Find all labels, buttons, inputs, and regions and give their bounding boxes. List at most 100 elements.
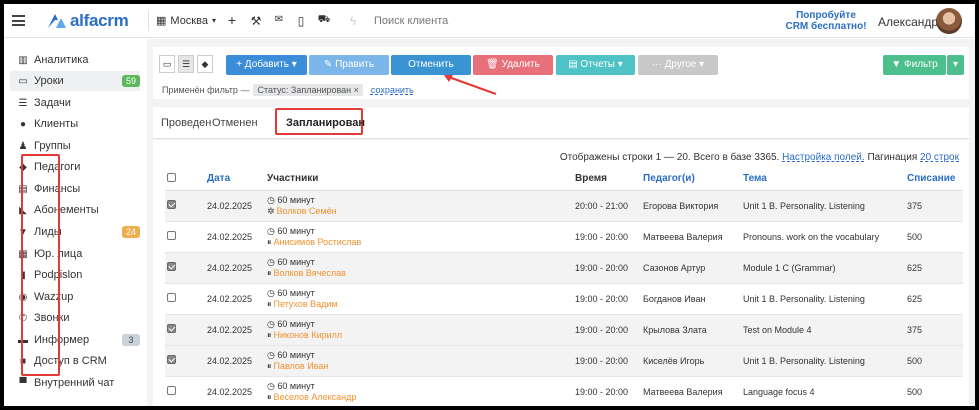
student-link[interactable]: Петухов Вадим <box>274 299 338 309</box>
chart-icon: ▥ <box>18 54 28 66</box>
filter-chip-label: Статус: Запланирован <box>257 85 352 95</box>
close-icon[interactable]: × <box>354 85 359 95</box>
status-icon: ⏸ <box>267 391 272 402</box>
filter-dropdown-button[interactable]: ▾ <box>947 55 964 75</box>
save-filter-link[interactable]: сохранить <box>371 85 414 95</box>
status-icon: ✲ <box>267 205 275 216</box>
table-row[interactable]: 24.02.2025 ◷ 60 минут ✲ Волков Семён 20:00 -… <box>165 190 963 222</box>
applied-filter: Применён фильтр — Статус: Запланирован ×… <box>162 84 414 96</box>
row-checkbox[interactable] <box>167 200 176 209</box>
table-row[interactable]: 24.02.2025 ◷ 60 минут ⏸ Анисимов Ростислав 1… <box>165 221 963 253</box>
row-checkbox[interactable] <box>167 324 176 333</box>
sidebar-item-analytics[interactable]: ▥ Аналитика <box>10 50 140 70</box>
cell-participants: ◷ 60 минут ⏸ Анисимов Ростислав <box>265 221 573 253</box>
cell-topic: Unit 1 B. Personality. Listening <box>741 190 905 222</box>
status-icon: ⏸ <box>267 267 272 278</box>
pagination-link[interactable]: 20 строк <box>920 152 959 163</box>
sidebar-item-clients[interactable]: ● Клиенты <box>10 114 140 134</box>
sidebar-item-groups[interactable]: ♟ Группы <box>10 136 140 156</box>
duration: ◷ 60 минут <box>267 257 573 268</box>
filter-chip[interactable]: Статус: Запланирован × <box>253 84 363 96</box>
tab-cancelled[interactable]: Отменен <box>212 117 258 129</box>
cell-teacher: Матвеева Валерия <box>641 221 741 253</box>
student: ⏸ Волков Вячеслав <box>267 268 573 279</box>
table-row[interactable]: 24.02.2025 ◷ 60 минут ⏸ Волков Вячеслав 19:0… <box>165 252 963 284</box>
cell-participants: ◷ 60 минут ⏸ Петухов Вадим <box>265 283 573 315</box>
calendar-view-button[interactable]: ▭ <box>159 55 175 73</box>
col-time: Время <box>573 168 641 191</box>
student: ⏸ Веселов Александр <box>267 392 573 403</box>
cell-charge: 500 <box>905 345 963 377</box>
col-teachers[interactable]: Педагог(и) <box>641 168 741 191</box>
edit-button[interactable]: ✎ Править <box>309 55 389 75</box>
student: ✲ Волков Семён <box>267 206 573 217</box>
student-link[interactable]: Волков Семён <box>277 206 337 216</box>
cart-icon[interactable]: ⛟ <box>317 14 331 27</box>
table-row[interactable]: 24.02.2025 ◷ 60 минут ⏸ Павлов Иван 19:00 - … <box>165 345 963 377</box>
cell-date: 24.02.2025 <box>205 221 265 253</box>
table-row[interactable]: 24.02.2025 ◷ 60 минут ⏸ Веселов Александр 19… <box>165 376 963 406</box>
cell-date: 24.02.2025 <box>205 345 265 377</box>
users-icon: ♟ <box>18 140 28 152</box>
add-button[interactable]: + Добавить ▾ <box>226 55 307 75</box>
sidebar-item-tasks[interactable]: ☰ Задачи <box>10 93 140 113</box>
cell-topic: Unit 1 B. Personality. Listening <box>741 345 905 377</box>
field-settings-link[interactable]: Настройка полей. <box>782 152 865 163</box>
student-link[interactable]: Анисимов Ростислав <box>274 237 362 247</box>
cell-teacher: Егорова Виктория <box>641 190 741 222</box>
col-topic[interactable]: Тема <box>741 168 905 191</box>
select-all-checkbox[interactable] <box>167 172 176 182</box>
tab-scheduled[interactable]: Запланирован <box>286 117 365 129</box>
avatar[interactable] <box>936 8 962 34</box>
row-checkbox[interactable] <box>167 262 176 271</box>
cap-view-button[interactable]: ◆ <box>197 55 213 73</box>
logo[interactable]: alfacrm <box>46 11 129 31</box>
status-icon: ⏸ <box>267 329 272 340</box>
envelope-icon[interactable]: ✉ <box>272 14 286 25</box>
wrench-icon[interactable]: ⚒ <box>249 14 263 28</box>
sidebar-item-lessons[interactable]: ▭ Уроки 59 <box>10 71 140 91</box>
table-row[interactable]: 24.02.2025 ◷ 60 минут ⏸ Петухов Вадим 19:00 … <box>165 283 963 315</box>
duration-label: 60 минут <box>277 349 315 360</box>
col-charge[interactable]: Списание <box>905 168 963 191</box>
row-checkbox[interactable] <box>167 355 176 364</box>
cell-participants: ◷ 60 минут ⏸ Павлов Иван <box>265 345 573 377</box>
promo-link[interactable]: Попробуйте CRM бесплатно! <box>776 10 876 32</box>
row-checkbox[interactable] <box>167 386 176 395</box>
student-link[interactable]: Никонов Кирилл <box>274 330 343 340</box>
col-date[interactable]: Дата <box>205 168 265 191</box>
tab-completed[interactable]: Проведен <box>161 117 211 129</box>
cell-participants: ◷ 60 минут ⏸ Никонов Кирилл <box>265 314 573 346</box>
list-view-button[interactable]: ☰ <box>178 55 194 73</box>
student-link[interactable]: Павлов Иван <box>274 361 329 371</box>
reports-button[interactable]: ▤ Отчеты ▾ <box>556 55 635 75</box>
duration-label: 60 минут <box>277 225 315 236</box>
cell-teacher: Матвеева Валерия <box>641 376 741 406</box>
table-row[interactable]: 24.02.2025 ◷ 60 минут ⏸ Никонов Кирилл 19:00… <box>165 314 963 346</box>
cell-teacher: Киселёв Игорь <box>641 345 741 377</box>
pagination-label: Пагинация <box>867 152 918 163</box>
sidebar-item-label: Группы <box>34 140 71 152</box>
other-button[interactable]: ··· Другое ▾ <box>638 55 718 75</box>
checkbox-highlight-frame <box>21 154 60 376</box>
city-selector[interactable]: ▦ Москва ▾ <box>156 14 216 28</box>
sidebar-item-internal-chat[interactable]: ▀ Внутренний чат <box>10 373 140 393</box>
filter-button[interactable]: ▼ Фильтр <box>883 55 946 75</box>
user-name[interactable]: Александра <box>878 15 945 29</box>
cell-date: 24.02.2025 <box>205 283 265 315</box>
graduation-cap-icon: ◆ <box>201 59 209 69</box>
cell-time: 19:00 - 20:00 <box>573 252 641 284</box>
duration-label: 60 минут <box>277 256 315 267</box>
student-link[interactable]: Волков Вячеслав <box>274 268 346 278</box>
mobile-icon[interactable]: ▯ <box>294 14 308 28</box>
cell-time: 19:00 - 20:00 <box>573 376 641 406</box>
row-checkbox[interactable] <box>167 231 176 240</box>
menu-icon[interactable] <box>12 15 25 26</box>
flash-icon[interactable]: ϟ <box>346 14 360 28</box>
row-checkbox[interactable] <box>167 293 176 302</box>
table-header-row: Дата Участники Время Педагог(и) Тема Спи… <box>165 168 963 191</box>
count-badge: 3 <box>122 334 140 346</box>
search-input[interactable] <box>370 4 770 37</box>
student-link[interactable]: Веселов Александр <box>274 392 357 402</box>
plus-icon[interactable]: + <box>225 12 239 28</box>
